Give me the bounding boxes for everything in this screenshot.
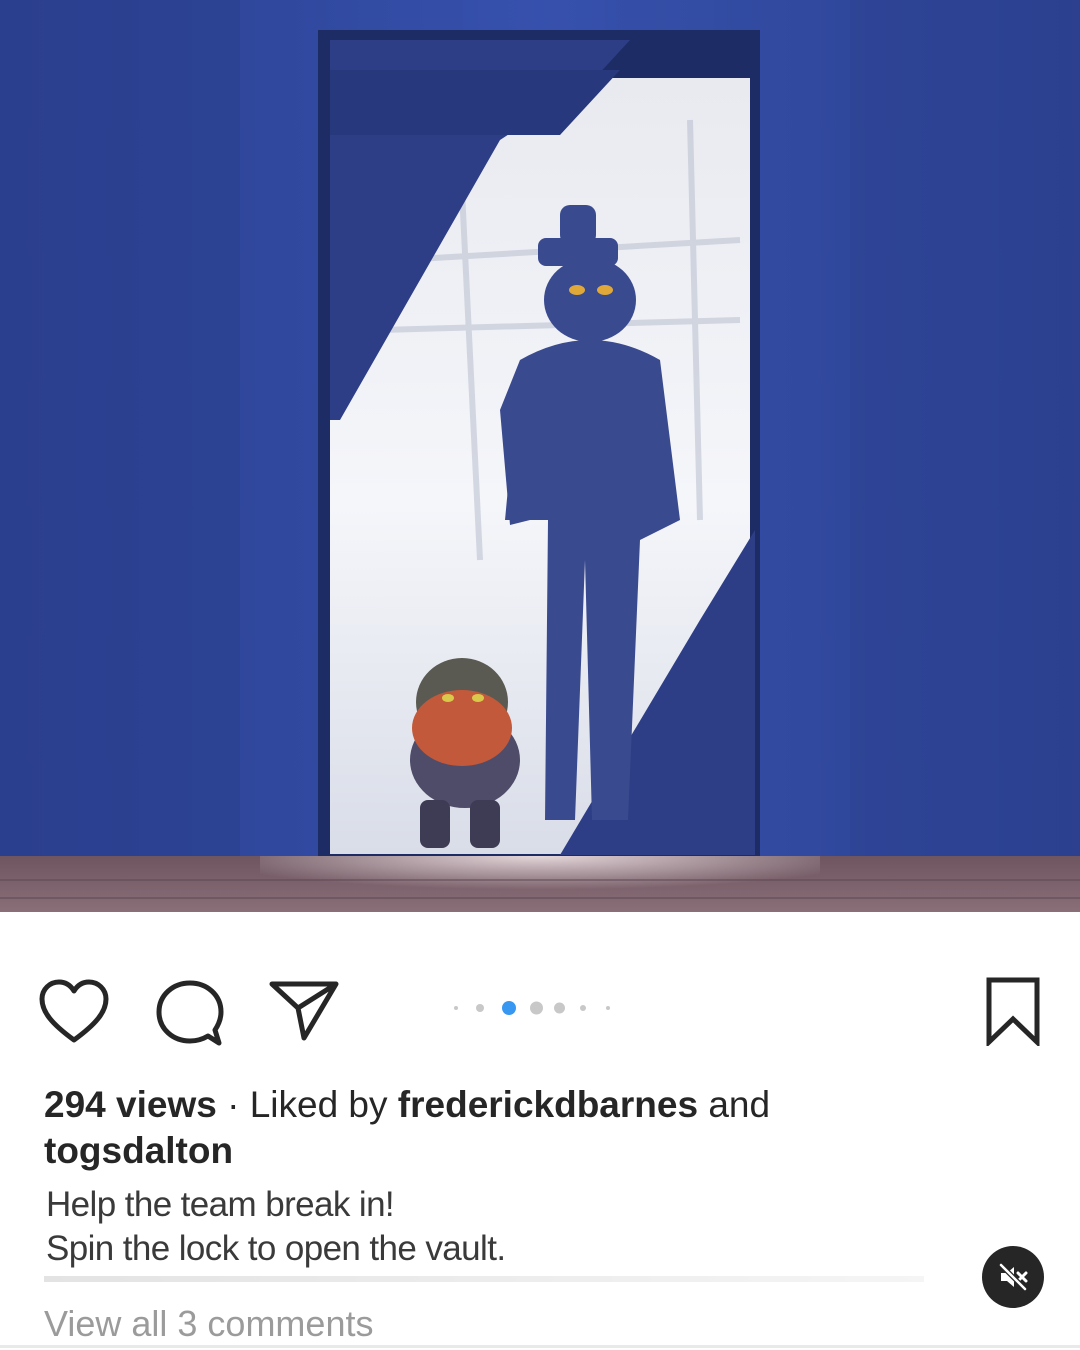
bookmark-icon [986, 977, 1040, 1048]
like-button[interactable] [38, 978, 110, 1046]
caption-line-1: Help the team break in! [46, 1185, 395, 1224]
divider [0, 1345, 1080, 1348]
carousel-indicator [452, 1000, 622, 1016]
view-all-comments-link[interactable]: View all 3 comments [44, 1302, 373, 1346]
mute-toggle-button[interactable] [982, 1246, 1044, 1308]
liked-by-user-link[interactable]: frederickdbarnes [398, 1084, 698, 1125]
paper-plane-icon [269, 981, 339, 1041]
separator: · [216, 1084, 250, 1125]
truncated-text-fade [44, 1276, 924, 1282]
carousel-dot[interactable] [606, 1006, 610, 1010]
carousel-dot[interactable] [530, 1001, 543, 1015]
liked-by-prefix: Liked by [249, 1084, 398, 1125]
heart-icon [39, 979, 109, 1043]
second-user-link[interactable]: togsdalton [44, 1130, 233, 1171]
post-image [0, 0, 1080, 912]
carousel-dot[interactable] [554, 1002, 565, 1014]
post-caption: Help the team break in! Spin the lock to… [46, 1183, 946, 1271]
save-button[interactable] [984, 976, 1042, 1048]
carousel-dot[interactable] [454, 1006, 458, 1010]
comment-button[interactable] [155, 978, 225, 1048]
views-count[interactable]: 294 views [44, 1084, 217, 1125]
likes-summary: 294 views · Liked by frederickdbarnes an… [44, 1082, 944, 1174]
post-media[interactable] [0, 0, 1080, 912]
comment-bubble-icon [156, 980, 224, 1046]
speaker-muted-icon [998, 1262, 1028, 1292]
carousel-dot-active[interactable] [502, 1001, 516, 1015]
share-button[interactable] [268, 978, 340, 1042]
and-text: and [698, 1084, 771, 1125]
carousel-dot[interactable] [476, 1004, 484, 1012]
carousel-dot[interactable] [580, 1005, 586, 1011]
caption-line-2: Spin the lock to open the vault. [46, 1229, 506, 1268]
